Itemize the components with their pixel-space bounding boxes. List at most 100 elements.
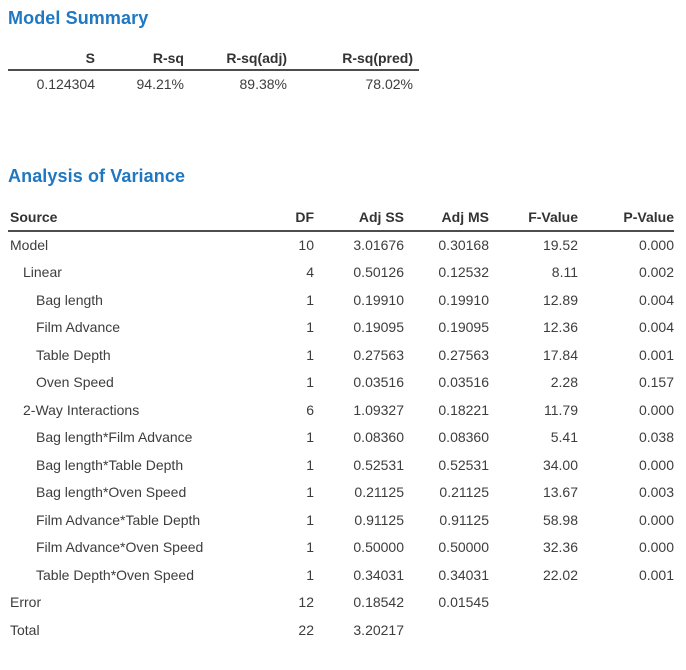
p-value-cell: 0.000 bbox=[578, 506, 674, 534]
anova-table-row: Linear 4 0.50126 0.12532 8.11 0.002 bbox=[8, 259, 674, 287]
f-value-cell: 2.28 bbox=[489, 369, 578, 397]
adj-ss-cell: 0.50126 bbox=[314, 259, 404, 287]
col-header-df: DF bbox=[248, 201, 314, 231]
df-cell: 4 bbox=[248, 259, 314, 287]
source-cell: Table Depth bbox=[8, 341, 248, 369]
source-cell: Model bbox=[8, 231, 248, 259]
adj-ss-cell: 0.19910 bbox=[314, 286, 404, 314]
source-cell: Bag length*Film Advance bbox=[8, 424, 248, 452]
p-value-cell: 0.001 bbox=[578, 341, 674, 369]
col-header-adj-ss: Adj SS bbox=[314, 201, 404, 231]
p-value-cell: 0.000 bbox=[578, 396, 674, 424]
anova-header: Source DF Adj SS Adj MS F-Value P-Value bbox=[8, 201, 674, 231]
source-cell: Bag length*Table Depth bbox=[8, 451, 248, 479]
source-cell: Film Advance*Oven Speed bbox=[8, 534, 248, 562]
p-value-cell: 0.002 bbox=[578, 259, 674, 287]
df-cell: 12 bbox=[248, 589, 314, 617]
adj-ms-cell bbox=[404, 616, 489, 644]
p-value-cell: 0.000 bbox=[578, 231, 674, 259]
source-cell: Bag length bbox=[8, 286, 248, 314]
df-cell: 1 bbox=[248, 506, 314, 534]
col-header-rsq-pred: R-sq(pred) bbox=[287, 44, 419, 70]
p-value-cell: 0.004 bbox=[578, 314, 674, 342]
p-value-cell: 0.001 bbox=[578, 561, 674, 589]
source-cell: Oven Speed bbox=[8, 369, 248, 397]
df-cell: 1 bbox=[248, 451, 314, 479]
f-value-cell: 13.67 bbox=[489, 479, 578, 507]
source-cell: Film Advance*Table Depth bbox=[8, 506, 248, 534]
df-cell: 1 bbox=[248, 314, 314, 342]
df-cell: 1 bbox=[248, 561, 314, 589]
anova-header-row: Source DF Adj SS Adj MS F-Value P-Value bbox=[8, 201, 674, 231]
adj-ms-cell: 0.03516 bbox=[404, 369, 489, 397]
df-cell: 1 bbox=[248, 341, 314, 369]
anova-table-row: 2-Way Interactions 6 1.09327 0.18221 11.… bbox=[8, 396, 674, 424]
f-value-cell: 22.02 bbox=[489, 561, 578, 589]
source-cell: Table Depth*Oven Speed bbox=[8, 561, 248, 589]
f-value-cell bbox=[489, 616, 578, 644]
p-value-cell: 0.003 bbox=[578, 479, 674, 507]
adj-ss-cell: 0.91125 bbox=[314, 506, 404, 534]
adj-ms-cell: 0.01545 bbox=[404, 589, 489, 617]
col-header-rsq-adj: R-sq(adj) bbox=[184, 44, 287, 70]
p-value-cell bbox=[578, 589, 674, 617]
df-cell: 10 bbox=[248, 231, 314, 259]
anova-table-row: Film Advance*Table Depth 1 0.91125 0.911… bbox=[8, 506, 674, 534]
f-value-cell: 32.36 bbox=[489, 534, 578, 562]
f-value-cell: 12.36 bbox=[489, 314, 578, 342]
adj-ms-cell: 0.08360 bbox=[404, 424, 489, 452]
anova-table-row: Error 12 0.18542 0.01545 bbox=[8, 589, 674, 617]
col-header-s: S bbox=[8, 44, 95, 70]
adj-ss-cell: 0.03516 bbox=[314, 369, 404, 397]
adj-ms-cell: 0.30168 bbox=[404, 231, 489, 259]
adj-ss-cell: 0.18542 bbox=[314, 589, 404, 617]
anova-table-row: Oven Speed 1 0.03516 0.03516 2.28 0.157 bbox=[8, 369, 674, 397]
adj-ss-cell: 1.09327 bbox=[314, 396, 404, 424]
anova-heading: Analysis of Variance bbox=[8, 164, 678, 188]
f-value-cell bbox=[489, 589, 578, 617]
source-cell: Total bbox=[8, 616, 248, 644]
source-cell: Linear bbox=[8, 259, 248, 287]
adj-ms-cell: 0.91125 bbox=[404, 506, 489, 534]
anova-table-row: Film Advance*Oven Speed 1 0.50000 0.5000… bbox=[8, 534, 674, 562]
model-summary-values-row: 0.124304 94.21% 89.38% 78.02% bbox=[8, 70, 419, 97]
anova-table-row: Film Advance 1 0.19095 0.19095 12.36 0.0… bbox=[8, 314, 674, 342]
df-cell: 1 bbox=[248, 534, 314, 562]
f-value-cell: 34.00 bbox=[489, 451, 578, 479]
adj-ms-cell: 0.21125 bbox=[404, 479, 489, 507]
f-value-cell: 5.41 bbox=[489, 424, 578, 452]
adj-ms-cell: 0.52531 bbox=[404, 451, 489, 479]
adj-ss-cell: 0.34031 bbox=[314, 561, 404, 589]
col-header-f-value: F-Value bbox=[489, 201, 578, 231]
f-value-cell: 12.89 bbox=[489, 286, 578, 314]
anova-table-row: Table Depth*Oven Speed 1 0.34031 0.34031… bbox=[8, 561, 674, 589]
p-value-cell: 0.000 bbox=[578, 451, 674, 479]
model-summary-heading: Model Summary bbox=[8, 6, 678, 30]
adj-ms-cell: 0.19910 bbox=[404, 286, 489, 314]
output-pane: Model Summary S R-sq R-sq(adj) R-sq(pred… bbox=[0, 0, 686, 644]
f-value-cell: 58.98 bbox=[489, 506, 578, 534]
adj-ms-cell: 0.50000 bbox=[404, 534, 489, 562]
adj-ms-cell: 0.34031 bbox=[404, 561, 489, 589]
source-cell: 2-Way Interactions bbox=[8, 396, 248, 424]
df-cell: 1 bbox=[248, 369, 314, 397]
adj-ss-cell: 3.01676 bbox=[314, 231, 404, 259]
anova-table-row: Model 10 3.01676 0.30168 19.52 0.000 bbox=[8, 231, 674, 259]
anova-table-row: Bag length 1 0.19910 0.19910 12.89 0.004 bbox=[8, 286, 674, 314]
adj-ms-cell: 0.27563 bbox=[404, 341, 489, 369]
anova-table-row: Total 22 3.20217 bbox=[8, 616, 674, 644]
adj-ss-cell: 0.27563 bbox=[314, 341, 404, 369]
adj-ms-cell: 0.18221 bbox=[404, 396, 489, 424]
source-cell: Film Advance bbox=[8, 314, 248, 342]
source-cell: Error bbox=[8, 589, 248, 617]
adj-ss-cell: 0.08360 bbox=[314, 424, 404, 452]
f-value-cell: 19.52 bbox=[489, 231, 578, 259]
df-cell: 22 bbox=[248, 616, 314, 644]
adj-ms-cell: 0.12532 bbox=[404, 259, 489, 287]
df-cell: 6 bbox=[248, 396, 314, 424]
rsq-value: 94.21% bbox=[95, 70, 184, 97]
p-value-cell: 0.004 bbox=[578, 286, 674, 314]
df-cell: 1 bbox=[248, 424, 314, 452]
adj-ss-cell: 0.19095 bbox=[314, 314, 404, 342]
anova-table: Source DF Adj SS Adj MS F-Value P-Value … bbox=[8, 201, 674, 644]
